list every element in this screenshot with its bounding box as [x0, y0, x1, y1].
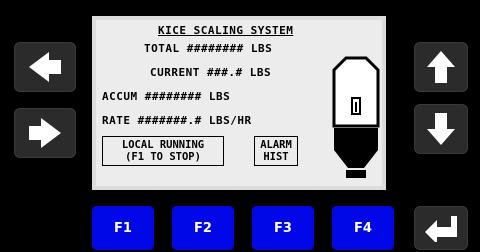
right-arrow-button[interactable]: [14, 108, 76, 158]
f3-button[interactable]: F3: [252, 206, 314, 250]
status-box: LOCAL RUNNING (F1 TO STOP): [102, 136, 224, 166]
alarm-hist-button[interactable]: ALARM HIST: [254, 136, 298, 166]
enter-icon: [425, 216, 457, 242]
status-line-1: LOCAL RUNNING: [121, 139, 205, 151]
left-arrow-icon: [29, 52, 61, 82]
right-arrow-icon: [29, 118, 61, 148]
down-arrow-button[interactable]: [414, 104, 468, 154]
f1-button[interactable]: F1: [92, 206, 154, 250]
rate-readout: RATE #######.# LBS/HR: [102, 114, 252, 127]
alarm-line-1: ALARM: [260, 139, 292, 151]
screen-title: KICE SCALING SYSTEM: [158, 24, 294, 37]
f2-button[interactable]: F2: [172, 206, 234, 250]
current-readout: CURRENT ###.# LBS: [150, 66, 272, 79]
left-arrow-button[interactable]: [14, 42, 76, 92]
status-line-2: (F1 TO STOP): [125, 151, 201, 163]
up-arrow-button[interactable]: [414, 42, 468, 92]
enter-button[interactable]: [414, 206, 468, 250]
hmi-screen: KICE SCALING SYSTEM TOTAL ######## LBS C…: [92, 16, 386, 190]
alarm-line-2: HIST: [263, 151, 289, 163]
total-readout: TOTAL ######## LBS: [144, 42, 273, 55]
f4-button[interactable]: F4: [332, 206, 394, 250]
accum-readout: ACCUM ######## LBS: [102, 90, 231, 103]
hopper-icon: [332, 56, 380, 178]
up-arrow-icon: [427, 51, 455, 83]
down-arrow-icon: [427, 113, 455, 145]
